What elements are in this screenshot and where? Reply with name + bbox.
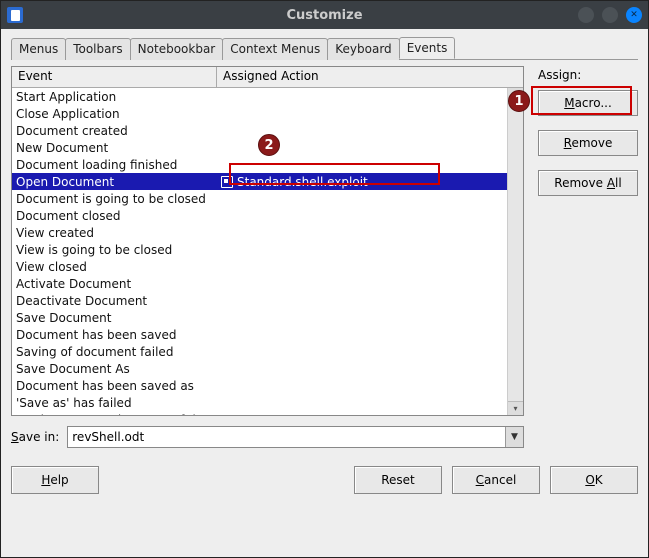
maximize-icon[interactable]	[602, 7, 618, 23]
table-row[interactable]: Document loading finished	[12, 156, 523, 173]
event-name: View created	[12, 226, 217, 240]
document-icon	[7, 7, 23, 23]
event-name: Open Document	[12, 175, 217, 189]
table-row[interactable]: 'Save as' has failed	[12, 394, 523, 411]
event-name: 'Save as' has failed	[12, 396, 217, 410]
table-row[interactable]: Open DocumentStandard.shell.exploit	[12, 173, 523, 190]
scroll-down-icon[interactable]: ▾	[508, 401, 523, 415]
event-name: Document is going to be closed	[12, 192, 217, 206]
annotation-badge-1: 1	[508, 90, 530, 112]
event-name: View is going to be closed	[12, 243, 217, 257]
minimize-icon[interactable]	[578, 7, 594, 23]
close-icon[interactable]	[626, 7, 642, 23]
table-row[interactable]: Close Application	[12, 105, 523, 122]
event-name: Activate Document	[12, 277, 217, 291]
remove-button[interactable]: Remove	[538, 130, 638, 156]
event-name: Save Document As	[12, 362, 217, 376]
window-title: Customize	[1, 8, 648, 23]
table-row[interactable]: Start Application	[12, 88, 523, 105]
event-name: Storing or exporting copy of document	[12, 413, 217, 416]
titlebar: Customize	[1, 1, 648, 29]
macro-icon	[221, 176, 233, 188]
tab-context-menus[interactable]: Context Menus	[222, 38, 328, 60]
event-name: Document closed	[12, 209, 217, 223]
dialog-body: Menus Toolbars Notebookbar Context Menus…	[1, 29, 648, 557]
col-action[interactable]: Assigned Action	[217, 67, 523, 87]
remove-all-button[interactable]: Remove All	[538, 170, 638, 196]
table-row[interactable]: Saving of document failed	[12, 343, 523, 360]
col-event[interactable]: Event	[12, 67, 217, 87]
table-row[interactable]: Deactivate Document	[12, 292, 523, 309]
macro-button[interactable]: Macro...	[538, 90, 638, 116]
table-row[interactable]: View closed	[12, 258, 523, 275]
cancel-button[interactable]: Cancel	[452, 466, 540, 494]
table-row[interactable]: Document has been saved	[12, 326, 523, 343]
table-row[interactable]: View created	[12, 224, 523, 241]
event-name: New Document	[12, 141, 217, 155]
save-in-value: revShell.odt	[72, 430, 144, 444]
event-name: Document has been saved as	[12, 379, 217, 393]
event-name: Close Application	[12, 107, 217, 121]
assign-panel: Assign: Macro... Remove Remove All	[538, 66, 638, 448]
save-in-label: Save in:	[11, 430, 59, 444]
save-in-row: Save in: revShell.odt ▼	[11, 426, 524, 448]
save-in-combo[interactable]: revShell.odt ▼	[67, 426, 524, 448]
help-button[interactable]: Help	[11, 466, 99, 494]
dialog-footer: Help Reset Cancel OK	[11, 448, 638, 494]
table-row[interactable]: Document closed	[12, 207, 523, 224]
table-row[interactable]: Storing or exporting copy of document	[12, 411, 523, 415]
tab-keyboard[interactable]: Keyboard	[327, 38, 399, 60]
events-panel: Event Assigned Action Start Application C…	[11, 66, 638, 448]
events-listbox[interactable]: Event Assigned Action Start Application C…	[11, 66, 524, 416]
table-row[interactable]: Document is going to be closed	[12, 190, 523, 207]
annotation-badge-2: 2	[258, 134, 280, 156]
event-action: Standard.shell.exploit	[217, 175, 523, 189]
tabstrip: Menus Toolbars Notebookbar Context Menus…	[11, 37, 638, 60]
ok-button[interactable]: OK	[550, 466, 638, 494]
table-row[interactable]: View is going to be closed	[12, 241, 523, 258]
event-name: Document created	[12, 124, 217, 138]
event-name: Document has been saved	[12, 328, 217, 342]
event-name: Save Document	[12, 311, 217, 325]
table-row[interactable]: Save Document As	[12, 360, 523, 377]
tab-events[interactable]: Events	[399, 37, 456, 59]
list-header: Event Assigned Action	[12, 67, 523, 88]
tab-menus[interactable]: Menus	[11, 38, 66, 60]
tab-toolbars[interactable]: Toolbars	[65, 38, 130, 60]
table-row[interactable]: Activate Document	[12, 275, 523, 292]
event-name: Deactivate Document	[12, 294, 217, 308]
table-row[interactable]: Document has been saved as	[12, 377, 523, 394]
reset-button[interactable]: Reset	[354, 466, 442, 494]
chevron-down-icon[interactable]: ▼	[505, 427, 523, 447]
tab-notebookbar[interactable]: Notebookbar	[130, 38, 224, 60]
table-row[interactable]: Save Document	[12, 309, 523, 326]
event-name: Document loading finished	[12, 158, 217, 172]
event-name: Start Application	[12, 90, 217, 104]
customize-dialog: Customize Menus Toolbars Notebookbar Con…	[0, 0, 649, 558]
scrollbar[interactable]: ▴ ▾	[507, 88, 523, 415]
event-name: Saving of document failed	[12, 345, 217, 359]
event-name: View closed	[12, 260, 217, 274]
assign-label: Assign:	[538, 68, 638, 82]
